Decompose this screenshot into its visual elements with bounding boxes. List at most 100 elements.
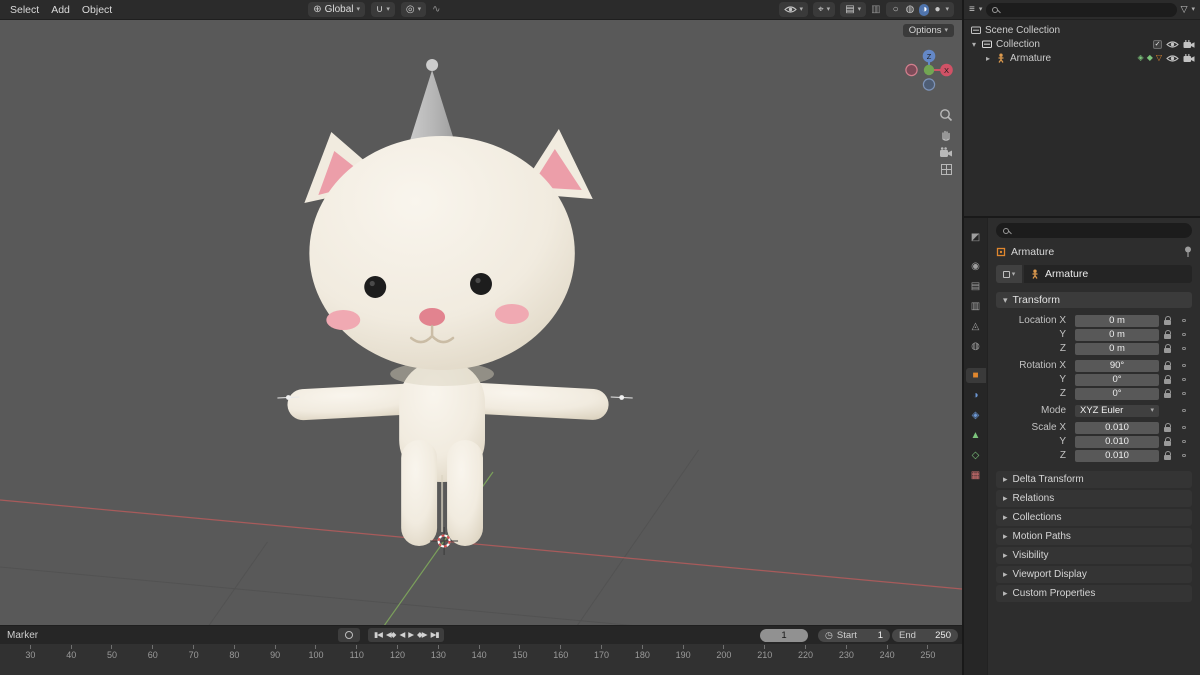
transform-orientation-dropdown[interactable]: ⊕ Global ▾ (308, 2, 366, 17)
animate-toggle[interactable] (1176, 318, 1192, 323)
xray-toggle-icon[interactable]: ▥ (871, 4, 880, 15)
animate-toggle[interactable] (1176, 425, 1192, 430)
tab-object-data[interactable]: ▲ (966, 428, 986, 443)
lock-toggle[interactable] (1159, 423, 1176, 433)
move-view-hand-icon[interactable] (939, 127, 953, 141)
gizmos-toggle[interactable]: ⌖ ▾ (813, 2, 836, 17)
proportional-falloff-icon[interactable]: ∿ (432, 4, 440, 15)
tab-physics[interactable]: ◑ (966, 388, 986, 403)
outliner-search-input[interactable] (986, 2, 1177, 17)
collapsed-panel-header[interactable]: Custom Properties (996, 585, 1192, 602)
lock-toggle[interactable] (1159, 316, 1176, 326)
viewport-3d[interactable]: Options ▾ Z X (0, 20, 962, 625)
value-field[interactable]: 0 m (1075, 328, 1159, 341)
lock-toggle[interactable] (1159, 451, 1176, 461)
value-field[interactable]: 0° (1075, 373, 1159, 386)
outliner-row-collection[interactable]: ▾ Collection ✓ (964, 37, 1200, 51)
gizmo-negative-x-axis[interactable] (905, 63, 918, 77)
eye-icon[interactable] (1166, 40, 1179, 49)
navigation-gizmo[interactable]: Z X (904, 48, 954, 98)
disclosure-open-icon[interactable]: ▾ (970, 40, 978, 49)
animate-toggle[interactable] (1176, 332, 1192, 337)
animate-toggle[interactable] (1176, 439, 1192, 444)
tab-view-layer[interactable]: ▥ (966, 299, 986, 314)
camera-icon[interactable] (1183, 39, 1195, 49)
timeline-ruler[interactable]: 30 40 50 60 70 80 90 100 110 120 130 140 150 160 170 18… (0, 644, 962, 675)
jump-to-end-button[interactable]: ▶▮ (431, 631, 440, 639)
filter-funnel-icon[interactable]: ▽ (1181, 4, 1188, 15)
next-keyframe-button[interactable]: ◆▶ (417, 631, 428, 639)
tab-bone[interactable]: ◇ (966, 448, 986, 463)
lock-toggle[interactable] (1159, 389, 1176, 399)
auto-key-toggle[interactable] (338, 628, 360, 642)
viewport-options-button[interactable]: Options ▾ (902, 24, 954, 37)
eye-icon[interactable] (1166, 54, 1179, 63)
value-field[interactable]: 90° (1075, 359, 1159, 372)
animate-toggle[interactable] (1176, 391, 1192, 396)
outliner-row-scene-collection[interactable]: Scene Collection (964, 23, 1200, 37)
tab-scene[interactable]: ◬ (966, 319, 986, 334)
shading-material-icon[interactable]: ◑ (919, 3, 930, 16)
value-field[interactable]: 0.010 (1075, 435, 1159, 448)
shading-rendered-icon[interactable]: ● (932, 4, 942, 16)
value-field[interactable]: 0.010 (1075, 421, 1159, 434)
rotation-mode-dropdown[interactable]: XYZ Euler ▾ (1075, 404, 1159, 417)
value-field[interactable]: 0 m (1075, 314, 1159, 327)
shading-wireframe-icon[interactable]: ○ (891, 4, 901, 16)
armature-data-badge[interactable]: ◈ (1138, 54, 1144, 62)
play-button[interactable]: ▶ (408, 631, 414, 639)
frame-start-field[interactable]: ◷ Start 1 (818, 628, 890, 642)
menu-object[interactable]: Object (76, 4, 118, 16)
proportional-editing-toggle[interactable]: ◎ ▾ (400, 2, 427, 17)
gizmo-y-axis[interactable] (923, 64, 935, 76)
tab-output[interactable]: ▤ (966, 279, 986, 294)
tab-render[interactable]: ◉ (966, 259, 986, 274)
properties-search-input[interactable] (996, 223, 1192, 238)
animate-toggle[interactable] (1176, 377, 1192, 382)
lock-toggle[interactable] (1159, 437, 1176, 447)
tab-world[interactable]: ◍ (966, 339, 986, 354)
outliner-row-armature[interactable]: ▸ Armature ◈ ◆ ▽ (964, 51, 1200, 65)
value-field[interactable]: 0.010 (1075, 449, 1159, 462)
lock-toggle[interactable] (1159, 375, 1176, 385)
current-frame-field[interactable]: 1 (760, 628, 808, 642)
lock-toggle[interactable] (1159, 330, 1176, 340)
collapsed-panel-header[interactable]: Relations (996, 490, 1192, 507)
zoom-icon[interactable] (939, 108, 953, 122)
menu-select[interactable]: Select (4, 4, 45, 16)
object-name-field[interactable]: Armature (1024, 265, 1192, 283)
collapsed-panel-header[interactable]: Viewport Display (996, 566, 1192, 583)
object-browse-dropdown[interactable]: ▾ (996, 265, 1022, 283)
gizmo-negative-z-axis[interactable] (922, 78, 936, 91)
camera-view-icon[interactable] (939, 146, 953, 158)
tab-tool[interactable]: ◩ (966, 230, 986, 245)
disclosure-closed-icon[interactable]: ▸ (984, 54, 992, 63)
collapsed-panel-header[interactable]: Collections (996, 509, 1192, 526)
fake-user-badge[interactable]: ▽ (1156, 54, 1162, 62)
transform-panel-header[interactable]: Transform (996, 292, 1192, 308)
collapsed-panel-header[interactable]: Motion Paths (996, 528, 1192, 545)
snap-toggle[interactable]: ∪ ▾ (371, 2, 395, 17)
animate-toggle[interactable] (1176, 453, 1192, 458)
timeline-marker-menu[interactable]: Marker (7, 630, 38, 641)
orthographic-grid-icon[interactable] (940, 163, 953, 176)
viewport-3d-scene[interactable] (0, 20, 962, 625)
shading-solid-icon[interactable]: ◍ (904, 4, 917, 16)
animate-toggle[interactable] (1176, 363, 1192, 368)
jump-to-start-button[interactable]: ▮◀ (374, 631, 383, 639)
animate-toggle[interactable] (1176, 408, 1192, 413)
outliner-editor-icon[interactable]: ≡ (969, 4, 975, 15)
lock-toggle[interactable] (1159, 344, 1176, 354)
pose-badge[interactable]: ◆ (1147, 54, 1153, 62)
menu-add[interactable]: Add (45, 4, 76, 16)
collection-checkbox[interactable]: ✓ (1153, 39, 1162, 49)
tab-texture[interactable]: ▦ (966, 468, 986, 483)
overlays-toggle[interactable]: ▤ ▾ (840, 2, 867, 17)
tab-object[interactable]: ■ (965, 368, 986, 383)
pin-icon[interactable] (1184, 246, 1192, 258)
frame-end-field[interactable]: End 250 (892, 628, 958, 642)
show-object-types-dropdown[interactable]: ▾ (778, 2, 809, 17)
value-field[interactable]: 0° (1075, 387, 1159, 400)
play-reverse-button[interactable]: ◀ (399, 631, 405, 639)
camera-icon[interactable] (1183, 53, 1195, 63)
